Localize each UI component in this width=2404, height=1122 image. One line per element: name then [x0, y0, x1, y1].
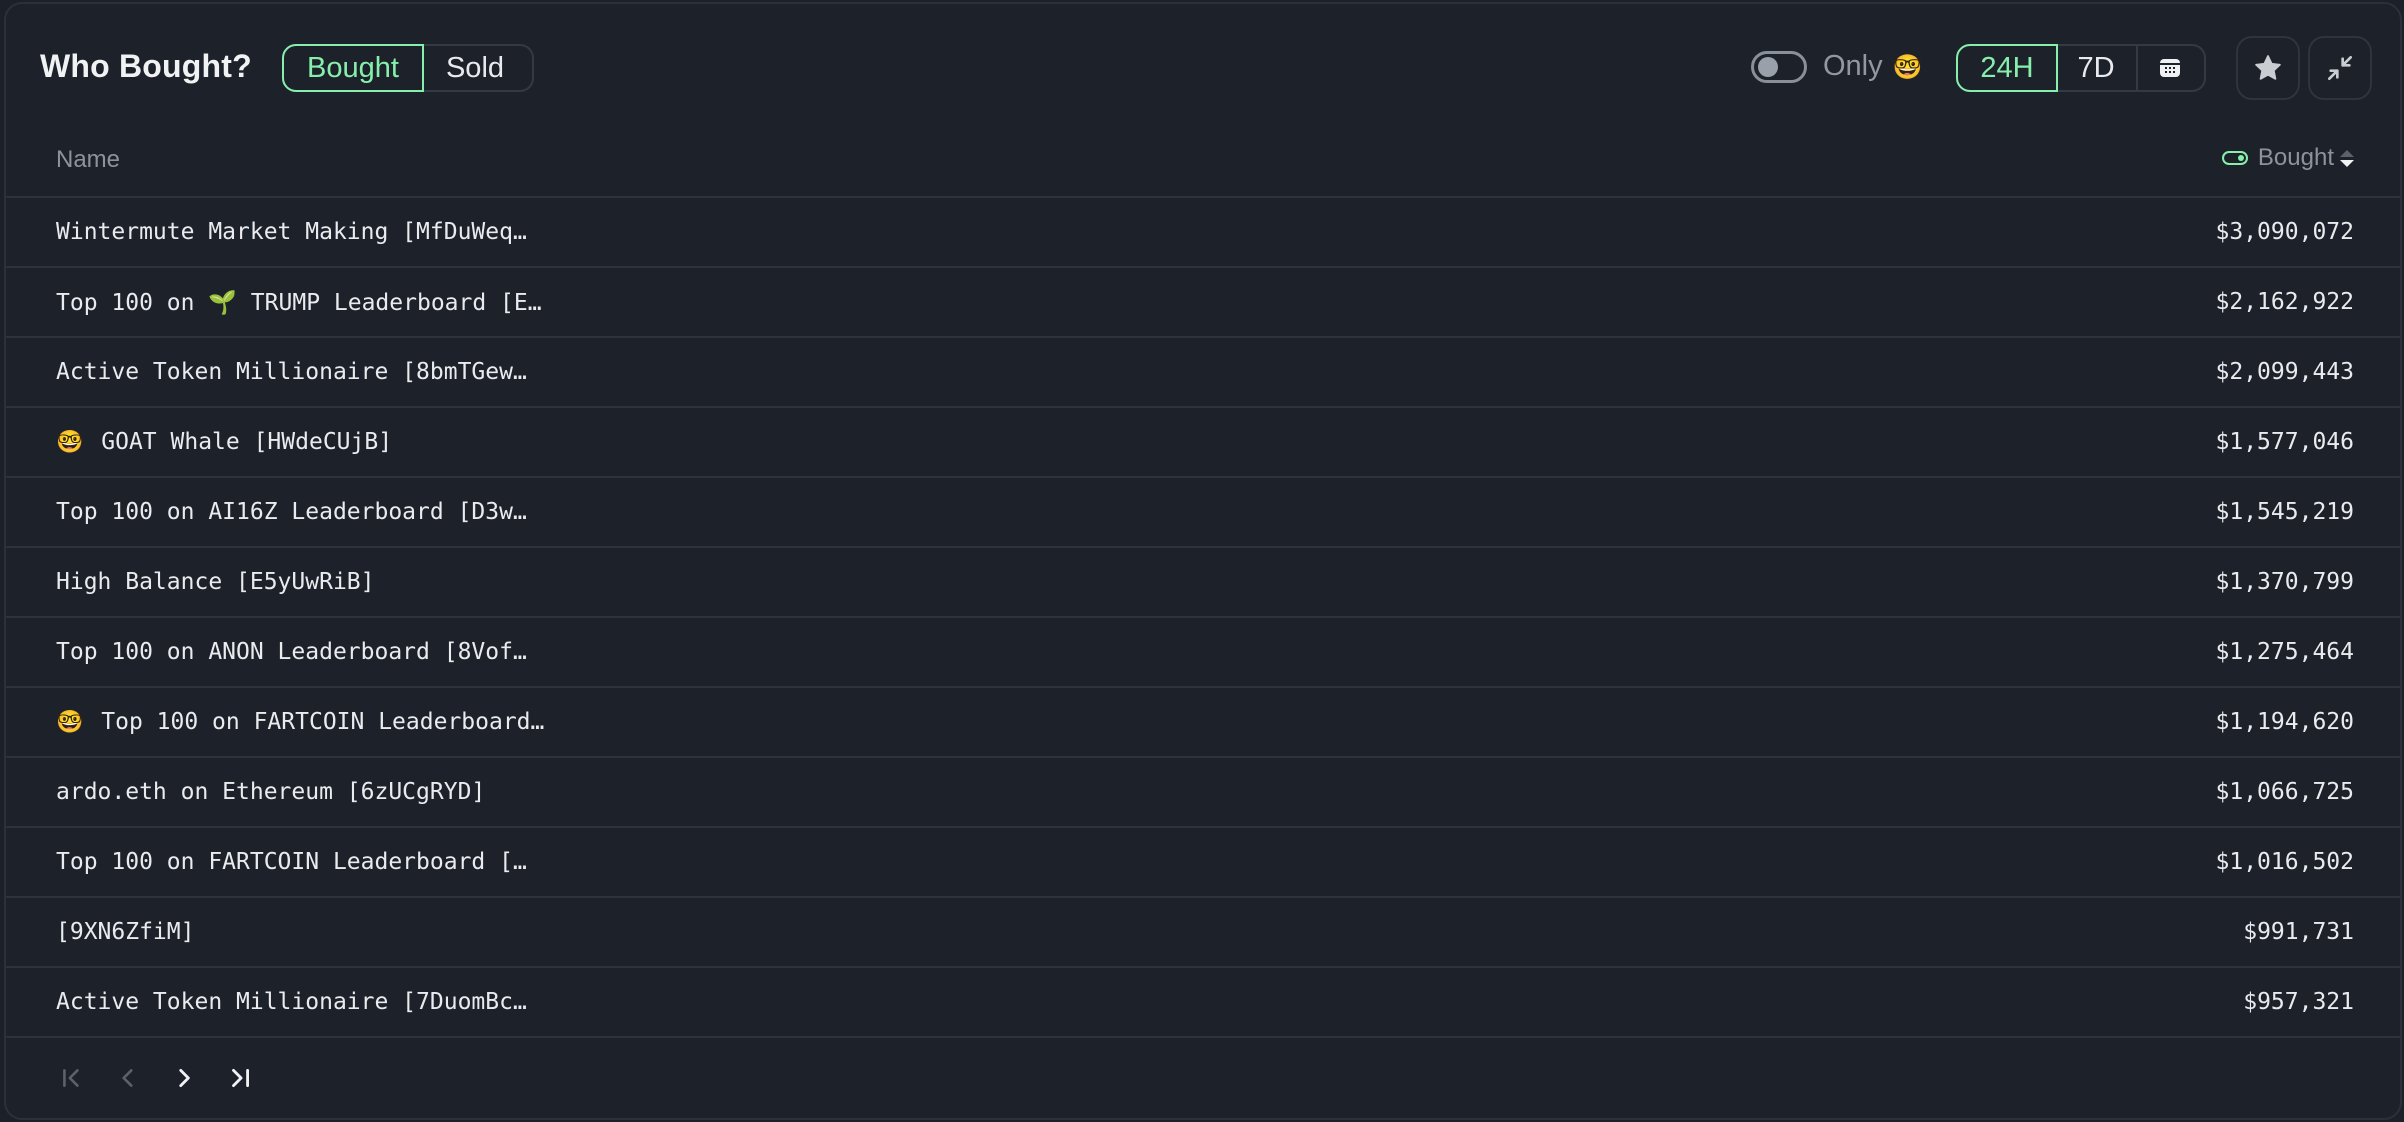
table-row[interactable]: ardo.eth on Ethereum [6zUCgRYD] $1,066,72…: [6, 758, 2400, 828]
first-page-button[interactable]: [56, 1062, 88, 1094]
tab-sold[interactable]: Sold: [422, 46, 528, 90]
table-row[interactable]: 🤓 Top 100 on FARTCOIN Leaderboard… $1,194…: [6, 688, 2400, 758]
tab-7d[interactable]: 7D: [2056, 46, 2136, 90]
calendar-icon: [2160, 59, 2180, 77]
nerd-face-icon: 🤓: [56, 710, 84, 735]
row-value: $1,577,046: [2215, 429, 2354, 455]
table-header: Name Bought: [6, 132, 2400, 198]
row-value: $991,731: [2243, 919, 2354, 945]
row-value: $2,162,922: [2215, 289, 2354, 315]
row-name: High Balance [E5yUwRiB]: [56, 569, 375, 595]
table-row[interactable]: Active Token Millionaire [8bmTGew… $2,099…: [6, 338, 2400, 408]
row-name: Top 100 on ANON Leaderboard [8Vof…: [56, 639, 527, 665]
only-label: Only: [1823, 50, 1883, 82]
table-row[interactable]: Active Token Millionaire [7DuomBc… $957,3…: [6, 968, 2400, 1038]
favorite-button[interactable]: [2236, 36, 2300, 100]
row-name: Wintermute Market Making [MfDuWeq…: [56, 219, 527, 245]
table-row[interactable]: Wintermute Market Making [MfDuWeq… $3,090…: [6, 198, 2400, 268]
star-icon: [2255, 55, 2281, 80]
row-value: $957,321: [2243, 989, 2354, 1015]
table-body: Wintermute Market Making [MfDuWeq… $3,090…: [6, 198, 2400, 1038]
custom-range-button[interactable]: [2136, 46, 2202, 90]
table-row[interactable]: High Balance [E5yUwRiB] $1,370,799: [6, 548, 2400, 618]
last-page-icon: [232, 1069, 249, 1087]
row-name: 🤓 Top 100 on FARTCOIN Leaderboard…: [56, 709, 544, 735]
row-value: $2,099,443: [2215, 359, 2354, 385]
row-name: Top 100 on 🌱 TRUMP Leaderboard [E…: [56, 289, 542, 316]
row-value: $1,066,725: [2215, 779, 2354, 805]
row-value: $1,370,799: [2215, 569, 2354, 595]
sort-icon[interactable]: [2340, 149, 2354, 167]
nerd-face-icon: 🤓: [1892, 52, 1923, 81]
row-name: Top 100 on AI16Z Leaderboard [D3w…: [56, 499, 527, 525]
last-page-button[interactable]: [224, 1062, 256, 1094]
row-name: ardo.eth on Ethereum [6zUCgRYD]: [56, 779, 485, 805]
row-value: $1,016,502: [2215, 849, 2354, 875]
column-header-bought[interactable]: Bought: [2221, 144, 2354, 172]
who-bought-panel: Who Bought? Bought Sold Only 🤓 24H 7D Na…: [4, 2, 2402, 1120]
row-name: Active Token Millionaire [8bmTGew…: [56, 359, 527, 385]
table-row[interactable]: Top 100 on 🌱 TRUMP Leaderboard [E… $2,162…: [6, 268, 2400, 338]
row-name: 🤓 GOAT Whale [HWdeCUjB]: [56, 429, 392, 455]
panel-header: Who Bought? Bought Sold Only 🤓 24H 7D: [6, 4, 2400, 134]
next-page-button[interactable]: [168, 1062, 200, 1094]
row-name-label: Top 100 on ANON Leaderboard [8Vof…: [56, 639, 527, 665]
column-header-bought-label: Bought: [2257, 144, 2334, 171]
row-name-label: Wintermute Market Making [MfDuWeq…: [56, 219, 527, 245]
row-name-label: Top 100 on FARTCOIN Leaderboard…: [101, 709, 545, 735]
row-name-label: GOAT Whale [HWdeCUjB]: [101, 429, 393, 455]
panel-title: Who Bought?: [40, 48, 252, 84]
table-row[interactable]: Top 100 on ANON Leaderboard [8Vof… $1,275…: [6, 618, 2400, 688]
row-name-label: Active Token Millionaire [7DuomBc…: [56, 989, 527, 1015]
table-row[interactable]: Top 100 on FARTCOIN Leaderboard [… $1,016…: [6, 828, 2400, 898]
row-name-label: Active Token Millionaire [8bmTGew…: [56, 359, 527, 385]
row-value: $1,545,219: [2215, 499, 2354, 525]
first-page-icon: [63, 1069, 79, 1087]
sort-down-icon: [2340, 159, 2354, 167]
time-range-control: 24H 7D: [1956, 44, 2206, 92]
row-value: $3,090,072: [2215, 219, 2354, 245]
table-row[interactable]: 🤓 GOAT Whale [HWdeCUjB] $1,577,046: [6, 408, 2400, 478]
row-name-label: [9XN6ZfiM]: [56, 919, 195, 945]
table-row[interactable]: [9XN6ZfiM] $991,731: [6, 898, 2400, 968]
side-segmented-control: Bought Sold: [282, 44, 534, 92]
table-row[interactable]: Top 100 on AI16Z Leaderboard [D3w… $1,545…: [6, 478, 2400, 548]
row-name: [9XN6ZfiM]: [56, 919, 194, 945]
row-name: Active Token Millionaire [7DuomBc…: [56, 989, 527, 1015]
row-name-label: Top 100 on 🌱 TRUMP Leaderboard [E…: [56, 290, 542, 316]
toggle-knob: [1758, 56, 1778, 77]
row-name: Top 100 on FARTCOIN Leaderboard […: [56, 849, 527, 875]
row-value: $1,194,620: [2215, 709, 2354, 735]
pagination: [56, 1062, 256, 1094]
tab-24h[interactable]: 24H: [1956, 44, 2058, 92]
collapse-icon: [2328, 56, 2352, 80]
row-name-label: High Balance [E5yUwRiB]: [56, 569, 375, 595]
nerd-face-icon: 🤓: [56, 430, 84, 455]
next-page-icon: [179, 1069, 190, 1087]
sort-up-icon: [2340, 149, 2354, 157]
only-filter: Only 🤓: [1751, 50, 1923, 83]
tab-bought[interactable]: Bought: [282, 44, 424, 92]
prev-page-button[interactable]: [112, 1062, 144, 1094]
collapse-button[interactable]: [2308, 36, 2372, 100]
only-toggle[interactable]: [1751, 50, 1807, 83]
row-name-label: Top 100 on FARTCOIN Leaderboard […: [56, 849, 527, 875]
prev-page-icon: [122, 1069, 133, 1087]
value-mode-toggle-icon[interactable]: [2221, 151, 2248, 165]
row-value: $1,275,464: [2215, 639, 2354, 665]
row-name-label: Top 100 on AI16Z Leaderboard [D3w…: [56, 499, 527, 525]
row-name-label: ardo.eth on Ethereum [6zUCgRYD]: [56, 779, 486, 805]
column-header-name: Name: [56, 146, 121, 173]
